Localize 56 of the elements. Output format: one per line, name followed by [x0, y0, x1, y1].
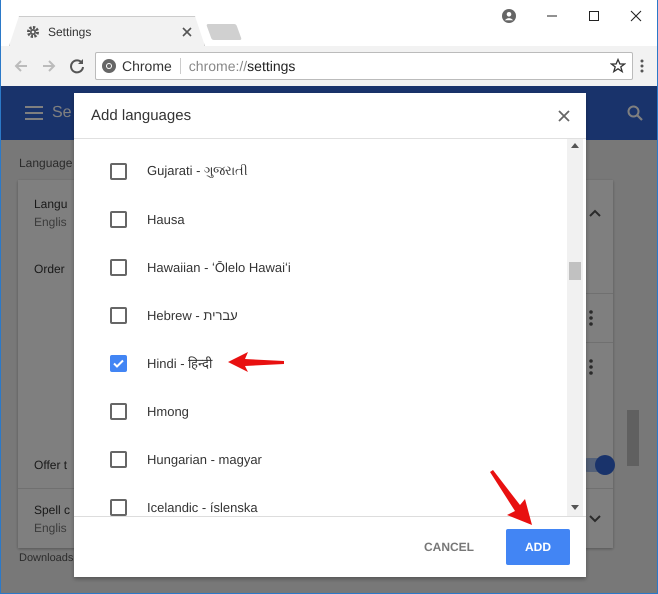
language-name: Gujarati - ગુજરાતી: [147, 163, 248, 179]
setting-label: Spell c: [34, 502, 70, 516]
language-name: Hausa: [147, 212, 185, 226]
setting-label: Langu: [34, 196, 68, 210]
checkbox[interactable]: [110, 162, 127, 180]
more-icon[interactable]: [589, 359, 593, 375]
setting-label: Offer t: [34, 458, 68, 472]
section-heading: Language: [19, 156, 72, 170]
checkbox[interactable]: [110, 306, 127, 324]
site-label: Chrome: [122, 58, 172, 74]
tab-title: Settings: [48, 24, 92, 38]
checkbox[interactable]: [110, 450, 127, 468]
cancel-button[interactable]: CANCEL: [408, 529, 490, 565]
browser-tab[interactable]: Settings: [9, 16, 205, 46]
add-button[interactable]: ADD: [506, 529, 570, 565]
checkbox[interactable]: [110, 354, 127, 372]
checkbox[interactable]: [110, 210, 127, 228]
reload-icon[interactable]: [69, 58, 85, 74]
checkbox[interactable]: [110, 402, 127, 420]
search-icon[interactable]: [627, 105, 643, 121]
dialog-title: Add languages: [91, 107, 192, 124]
setting-value: Englis: [34, 214, 67, 228]
pointer-arrow-drawing: [226, 351, 286, 373]
maximize-icon[interactable]: [588, 10, 600, 22]
scroll-down-icon[interactable]: [571, 505, 579, 510]
checkbox[interactable]: [110, 498, 127, 516]
close-icon[interactable]: [182, 26, 192, 36]
url-text: chrome://settings: [188, 58, 296, 74]
scroll-up-icon[interactable]: [571, 143, 579, 148]
language-name: Hungarian - magyar: [147, 452, 262, 466]
chevron-down-icon[interactable]: [589, 514, 601, 522]
scrollbar-thumb[interactable]: [569, 262, 581, 280]
page-title: Se: [52, 104, 72, 122]
setting-value: Englis: [34, 520, 67, 534]
address-bar[interactable]: Chrome chrome://settings: [95, 52, 633, 80]
gear-icon: [26, 24, 40, 38]
profile-icon[interactable]: [502, 9, 516, 23]
language-name: Hawaiian - ʻŌlelo Hawaiʻi: [147, 260, 291, 274]
language-name: Hindi - हिन्दी: [147, 355, 212, 372]
language-name: Icelandic - íslenska: [147, 500, 258, 514]
more-icon[interactable]: [589, 310, 593, 326]
language-name: Hebrew - עברית: [147, 308, 238, 322]
section-heading: Downloads: [19, 552, 74, 564]
scrollbar-thumb[interactable]: [627, 410, 639, 466]
checkmark-icon: [113, 358, 124, 368]
language-name: Hmong: [147, 404, 189, 418]
scrollbar[interactable]: [567, 139, 583, 516]
menu-icon[interactable]: [639, 58, 645, 74]
pointer-arrow-drawing: [488, 469, 534, 527]
chrome-logo-icon: [102, 59, 116, 73]
close-icon[interactable]: [630, 10, 642, 22]
setting-label: Order: [34, 262, 65, 276]
checkbox[interactable]: [110, 258, 127, 276]
menu-icon[interactable]: [25, 106, 43, 120]
chevron-up-icon[interactable]: [589, 208, 601, 216]
star-icon[interactable]: [610, 58, 626, 74]
